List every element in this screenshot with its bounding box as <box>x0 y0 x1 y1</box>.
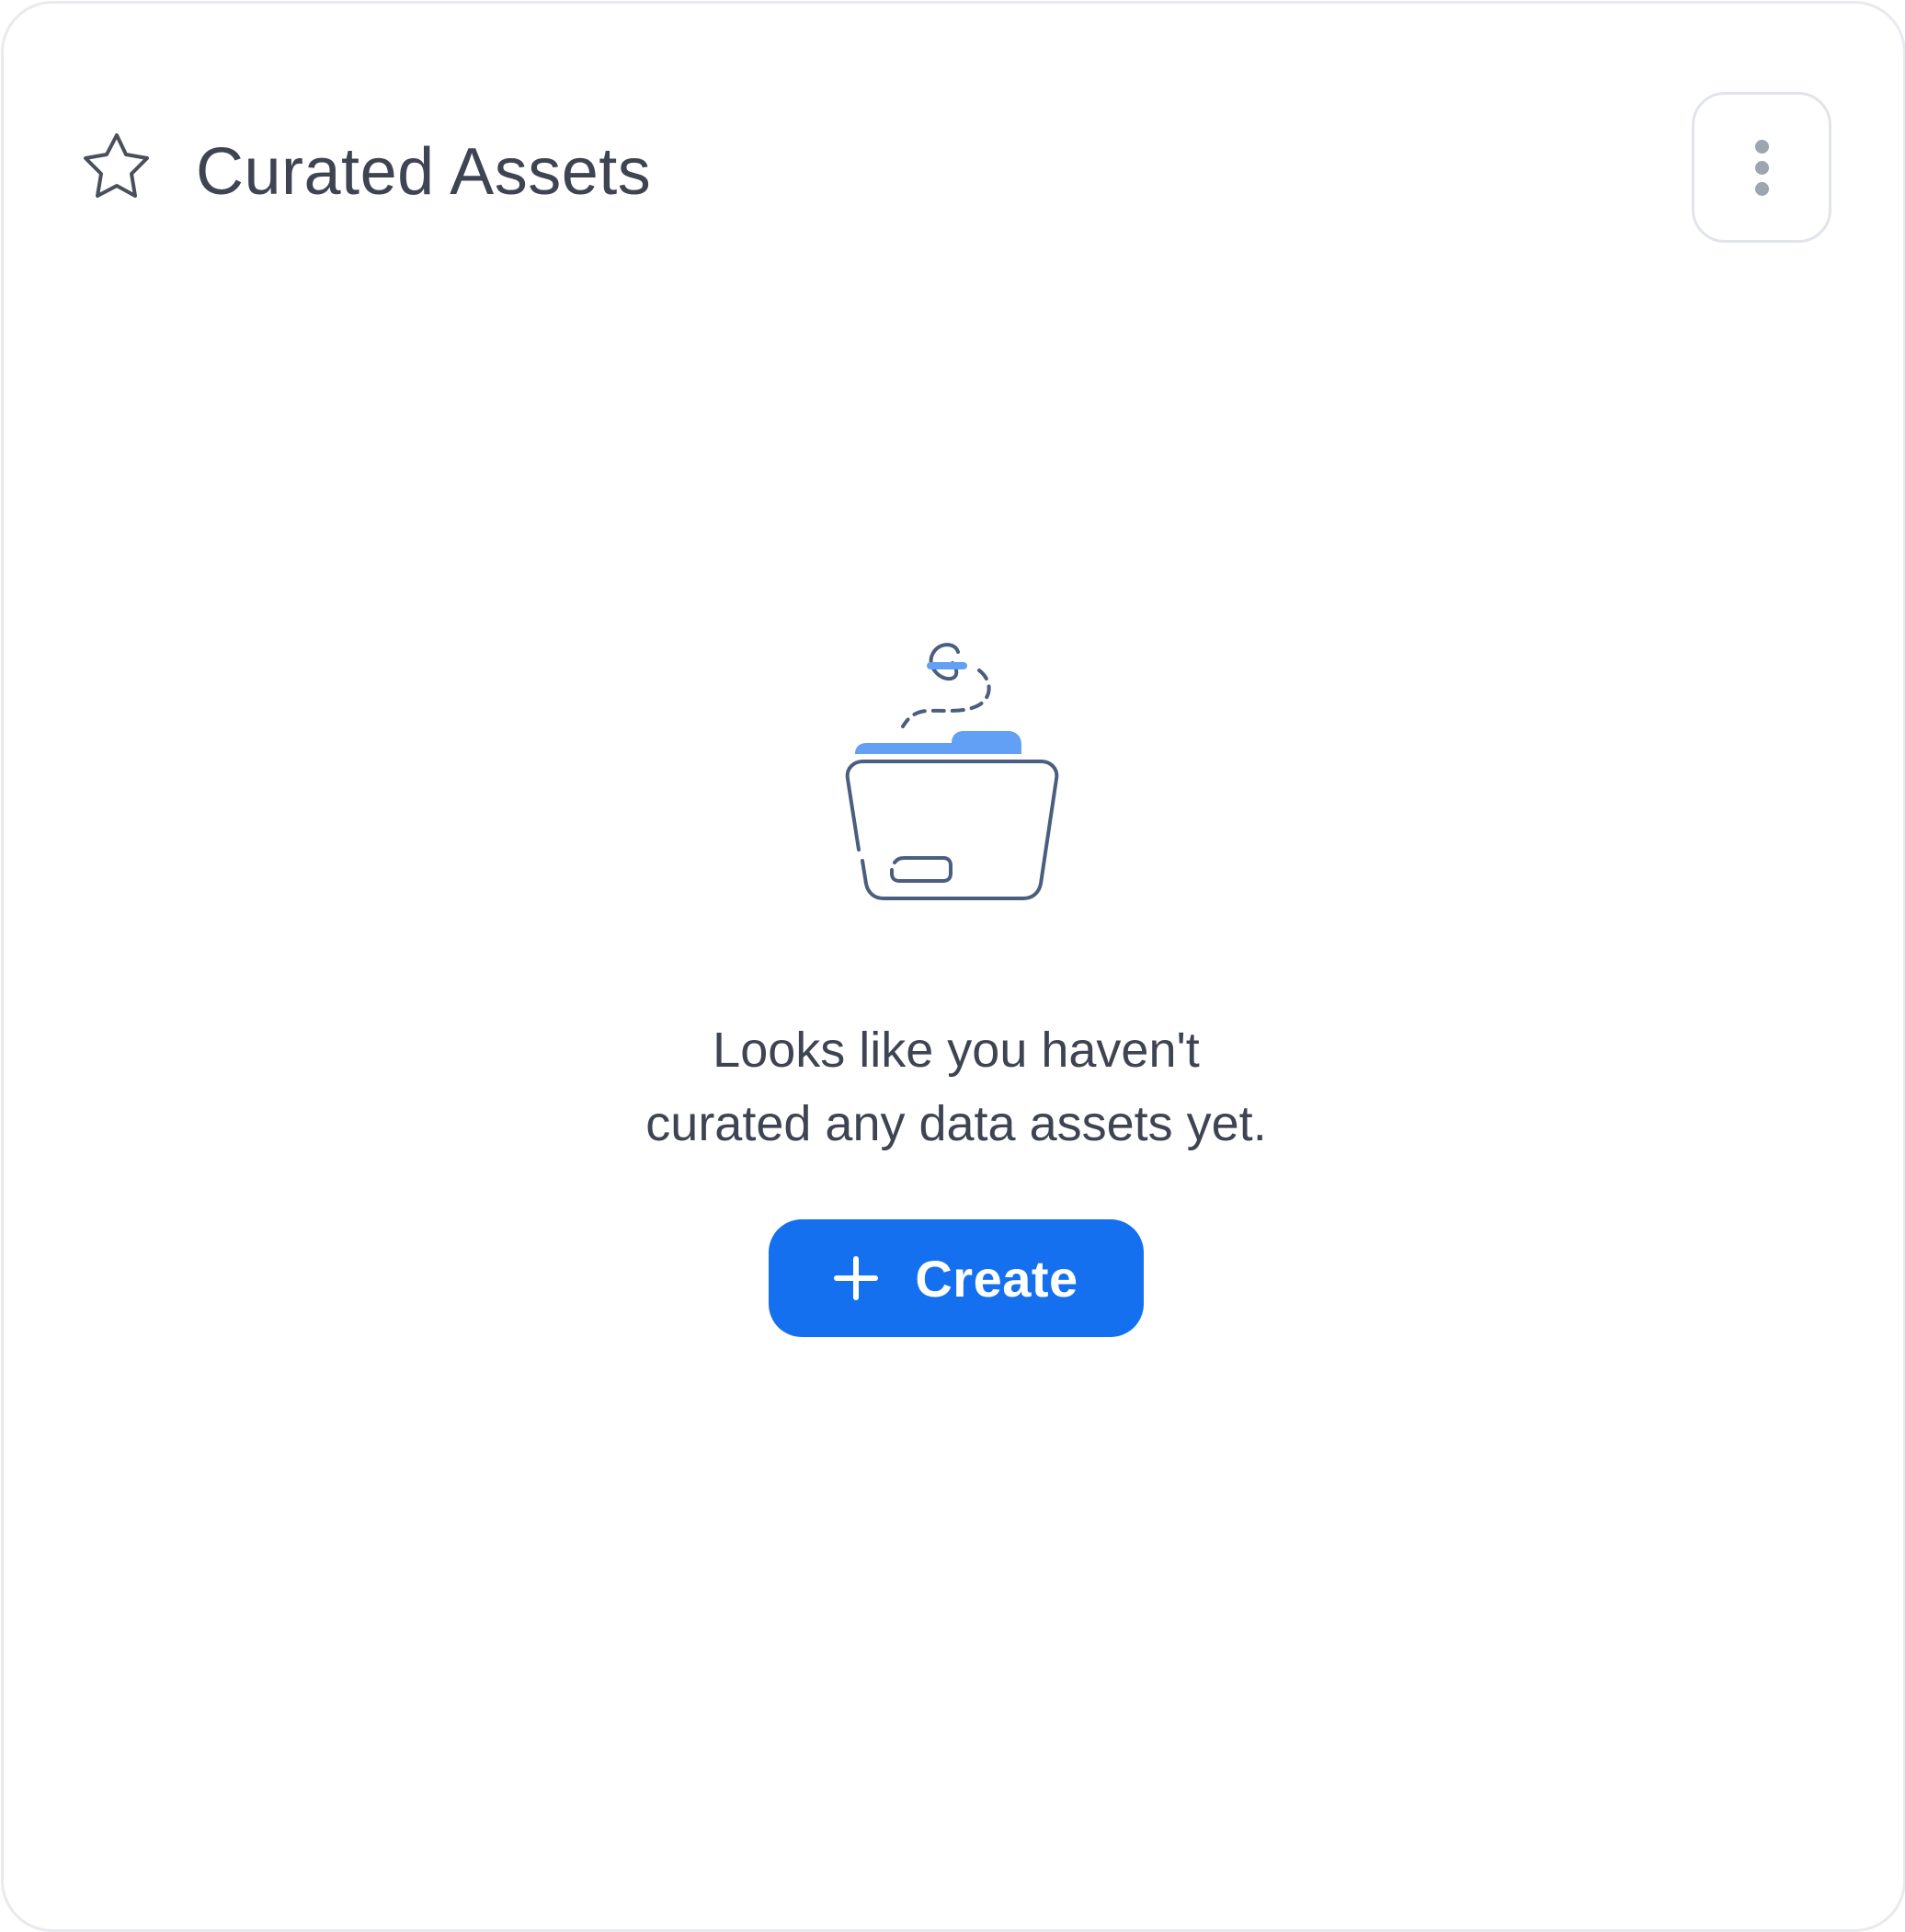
card-title: Curated Assets <box>196 134 652 209</box>
more-vertical-icon-dot <box>1754 181 1769 196</box>
plus-icon <box>834 1256 879 1300</box>
create-button-label: Create <box>915 1249 1078 1308</box>
create-button[interactable]: Create <box>769 1219 1144 1337</box>
empty-state: Looks like you haven't curated any data … <box>4 638 1905 1337</box>
empty-state-message: Looks like you haven't curated any data … <box>645 1013 1266 1160</box>
more-vertical-icon-dot <box>1754 160 1769 175</box>
card-header: Curated Assets <box>74 91 651 252</box>
more-vertical-icon <box>1754 139 1769 154</box>
open-folder-illustration <box>845 643 1059 900</box>
star-icon <box>74 130 159 214</box>
curated-assets-card: Curated Assets Looks like you haven't cu… <box>1 1 1905 1932</box>
more-options-button[interactable] <box>1692 92 1831 243</box>
empty-state-message-line1: Looks like you haven't <box>713 1023 1200 1078</box>
empty-state-message-line2: curated any data assets yet. <box>645 1096 1267 1151</box>
